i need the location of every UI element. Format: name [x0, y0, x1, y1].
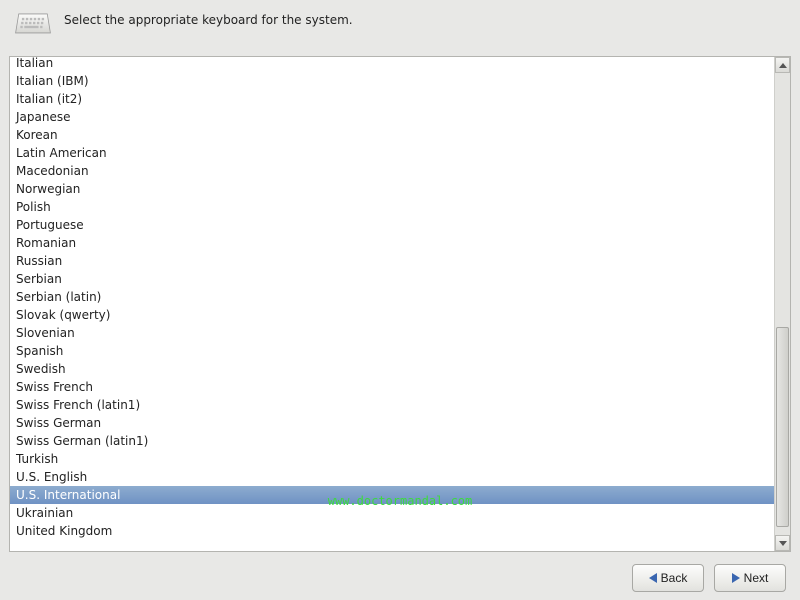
list-item[interactable]: Swiss German — [10, 414, 774, 432]
list-item[interactable]: Serbian (latin) — [10, 288, 774, 306]
instruction-text: Select the appropriate keyboard for the … — [64, 10, 353, 28]
list-item[interactable]: United Kingdom — [10, 522, 774, 540]
list-item[interactable]: Polish — [10, 198, 774, 216]
list-item[interactable]: Korean — [10, 126, 774, 144]
list-item[interactable]: U.S. English — [10, 468, 774, 486]
list-item[interactable]: Italian (IBM) — [10, 72, 774, 90]
next-button[interactable]: Next — [714, 564, 786, 592]
list-item[interactable]: Italian (it2) — [10, 90, 774, 108]
next-button-label: Next — [744, 571, 769, 585]
list-item[interactable]: Turkish — [10, 450, 774, 468]
list-item[interactable]: Norwegian — [10, 180, 774, 198]
arrow-left-icon — [649, 573, 657, 583]
scroll-down-button[interactable] — [775, 535, 790, 551]
list-item[interactable]: Spanish — [10, 342, 774, 360]
list-item[interactable]: Latin American — [10, 144, 774, 162]
scroll-up-button[interactable] — [775, 57, 790, 73]
list-item[interactable]: U.S. International — [10, 486, 774, 504]
header: Select the appropriate keyboard for the … — [0, 0, 800, 48]
list-item[interactable]: Slovak (qwerty) — [10, 306, 774, 324]
keyboard-icon — [14, 10, 52, 40]
list-item[interactable]: Italian — [10, 57, 774, 72]
list-item[interactable]: Swedish — [10, 360, 774, 378]
list-item[interactable]: Romanian — [10, 234, 774, 252]
list-item[interactable]: Swiss French — [10, 378, 774, 396]
list-item[interactable]: Slovenian — [10, 324, 774, 342]
list-item[interactable]: Serbian — [10, 270, 774, 288]
arrow-right-icon — [732, 573, 740, 583]
scroll-thumb[interactable] — [776, 327, 789, 527]
list-item[interactable]: Swiss German (latin1) — [10, 432, 774, 450]
list-item[interactable]: Swiss French (latin1) — [10, 396, 774, 414]
footer: Back Next — [0, 556, 800, 600]
scrollbar[interactable] — [774, 57, 790, 551]
back-button[interactable]: Back — [632, 564, 704, 592]
list-item[interactable]: Portuguese — [10, 216, 774, 234]
list-item[interactable]: Ukrainian — [10, 504, 774, 522]
list-item[interactable]: Japanese — [10, 108, 774, 126]
back-button-label: Back — [661, 571, 688, 585]
list-item[interactable]: Macedonian — [10, 162, 774, 180]
keyboard-listbox[interactable]: ItalianItalian (IBM)Italian (it2)Japanes… — [9, 56, 791, 552]
list-item[interactable]: Russian — [10, 252, 774, 270]
